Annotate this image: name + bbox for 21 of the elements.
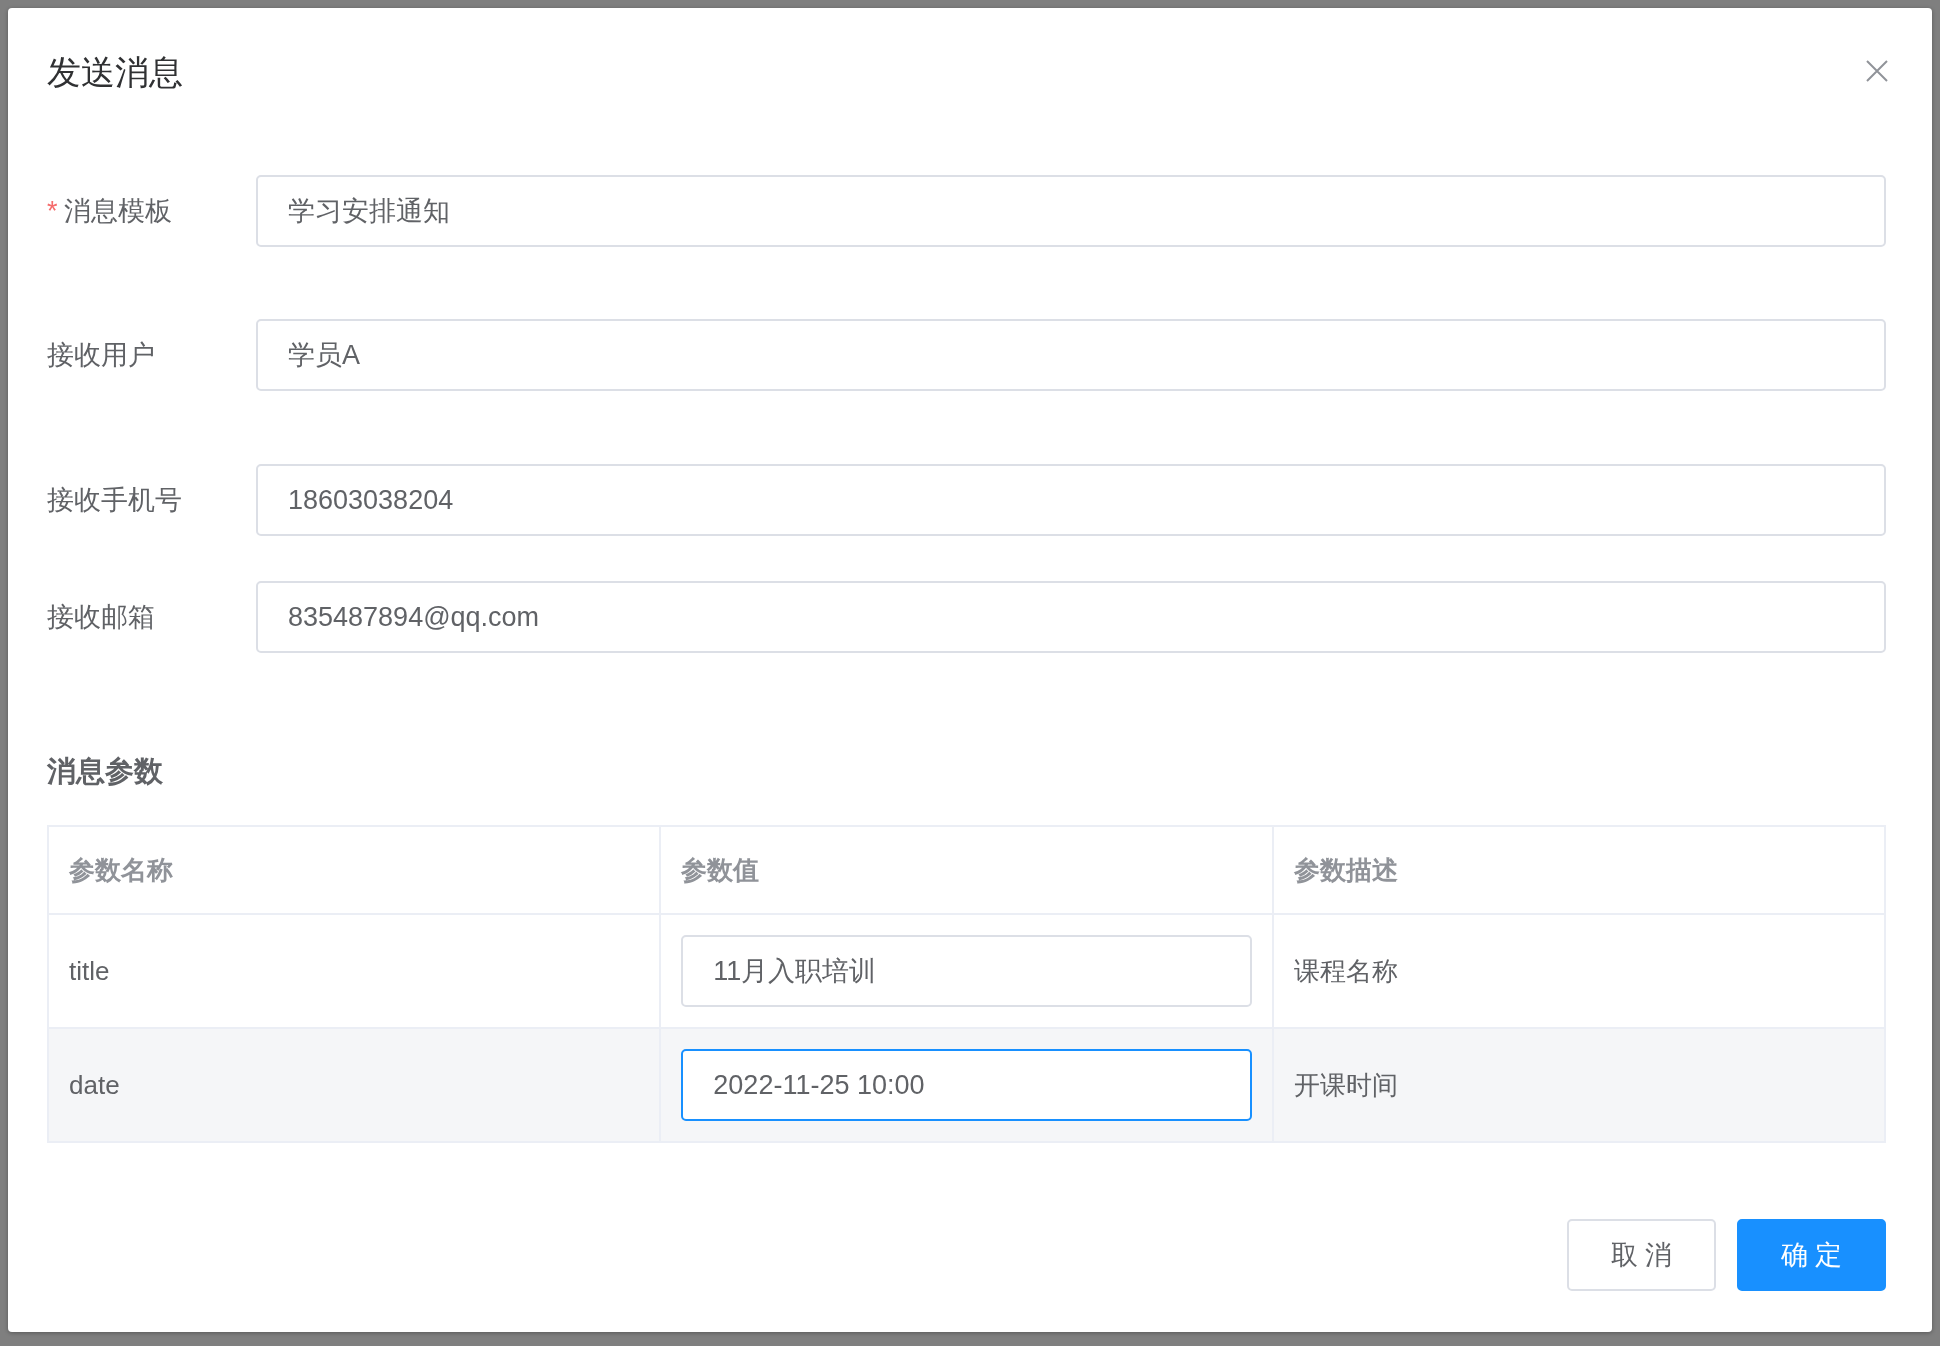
text-field[interactable]: 18603038204 <box>256 464 1886 536</box>
field-label: 接收用户 <box>47 340 155 370</box>
column-header: 参数名称 <box>48 826 661 914</box>
text-field[interactable]: 学员A <box>256 319 1886 391</box>
column-header: 参数描述 <box>1272 826 1885 914</box>
close-icon[interactable] <box>1865 59 1889 83</box>
field-label: 接收手机号 <box>47 485 182 515</box>
required-mark: * <box>47 196 58 226</box>
value-field[interactable]: 2022-11-25 10:00 <box>681 1049 1252 1121</box>
column-header: 参数值 <box>660 826 1273 914</box>
field-label: 接收邮箱 <box>47 602 155 632</box>
value-field[interactable]: 11月入职培训 <box>681 935 1252 1007</box>
dialog-title: 发送消息 <box>47 52 183 93</box>
text-field[interactable]: 835487894@qq.com <box>256 581 1886 653</box>
confirm-button[interactable]: 确 定 <box>1737 1219 1886 1291</box>
table-cell: 开课时间 <box>1272 1028 1885 1142</box>
section-title: 消息参数 <box>47 754 164 789</box>
table-cell: date <box>48 1028 661 1142</box>
field-label: 消息模板 <box>63 196 172 226</box>
text-field[interactable]: 学习安排通知 <box>256 175 1886 247</box>
cancel-button[interactable]: 取 消 <box>1567 1219 1716 1291</box>
